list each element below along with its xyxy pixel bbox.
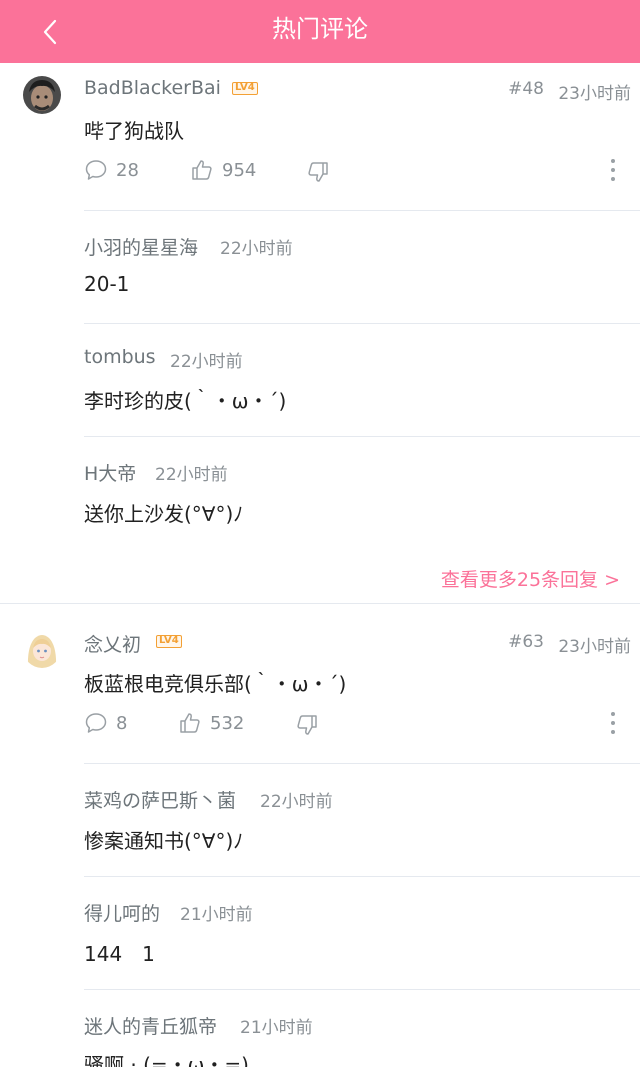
reply-username[interactable]: H大帝 (84, 459, 136, 486)
divider (84, 763, 640, 764)
comment-bubble-icon (85, 713, 107, 733)
divider (84, 210, 640, 211)
divider (84, 876, 640, 877)
comment-time: 23小时前 (558, 84, 631, 104)
see-more-replies-link[interactable]: 查看更多25条回复 > (441, 565, 620, 592)
reply-time: 22小时前 (260, 792, 333, 812)
reply-username[interactable]: 迷人的青丘狐帝 (84, 1012, 217, 1039)
avatar-image (23, 76, 61, 114)
like-count: 532 (210, 712, 245, 734)
comment-text: 哔了狗战队 (84, 119, 184, 143)
reply-time: 21小时前 (240, 1018, 313, 1038)
comment-item: 念乂初 LV4 #63 23小时前 板蓝根电竞俱乐部(｀・ω・´) 8 532 … (0, 604, 640, 1067)
reply-text: 送你上沙发(°∀°)ﾉ (84, 502, 244, 526)
comment-text: 板蓝根电竞俱乐部(｀・ω・´) (84, 672, 347, 696)
more-options-icon[interactable] (608, 712, 618, 734)
like-count: 954 (222, 159, 257, 181)
avatar[interactable] (23, 76, 61, 114)
thumbs-up-icon (192, 160, 212, 180)
page-title: 热门评论 (272, 15, 368, 43)
dislike-button[interactable] (295, 713, 319, 737)
comment-time: 23小时前 (558, 637, 631, 657)
thumbs-down-icon (297, 715, 317, 735)
reply-username[interactable]: 小羽的星星海 (84, 233, 198, 260)
comment-item: BadBlackerBai LV4 #48 23小时前 哔了狗战队 28 954… (0, 63, 640, 603)
reply-text: 20-1 (84, 272, 130, 296)
dislike-button[interactable] (306, 160, 330, 184)
level-badge: LV4 (156, 635, 182, 648)
more-options-icon[interactable] (608, 159, 618, 181)
reply-text: 李时珍的皮(｀・ω・´) (84, 389, 287, 413)
divider (84, 323, 640, 324)
username[interactable]: 念乂初 (84, 630, 141, 657)
top-bar: 热门评论 (0, 0, 640, 63)
comment-bubble-icon (85, 160, 107, 180)
reply-text: 惨案通知书(°∀°)ﾉ (84, 829, 244, 853)
thumbs-down-icon (308, 162, 328, 182)
reply-username[interactable]: 得儿呵的 (84, 899, 160, 926)
divider (84, 436, 640, 437)
avatar-image (23, 630, 61, 668)
reply-text: 骚啊 · (=・ω・=) (84, 1053, 249, 1067)
reply-username[interactable]: tombus (84, 346, 156, 368)
like-button[interactable]: 532 (178, 711, 244, 735)
reply-username[interactable]: 菜鸡の萨巴斯丶菌 (84, 786, 236, 813)
reply-count: 28 (116, 159, 139, 181)
reply-time: 22小时前 (155, 465, 228, 485)
thumbs-up-icon (180, 713, 200, 733)
reply-text: 144 1 (84, 942, 155, 966)
reply-time: 22小时前 (220, 239, 293, 259)
like-button[interactable]: 954 (190, 158, 256, 182)
reply-time: 21小时前 (180, 905, 253, 925)
reply-button[interactable]: 8 (84, 711, 127, 735)
level-badge: LV4 (232, 82, 258, 95)
reply-button[interactable]: 28 (84, 158, 139, 182)
divider (84, 989, 640, 990)
avatar[interactable] (23, 630, 61, 668)
reply-time: 22小时前 (170, 352, 243, 372)
username[interactable]: BadBlackerBai (84, 77, 221, 99)
floor-number: #48 (508, 79, 544, 99)
floor-number: #63 (508, 632, 544, 652)
reply-count: 8 (116, 712, 128, 734)
